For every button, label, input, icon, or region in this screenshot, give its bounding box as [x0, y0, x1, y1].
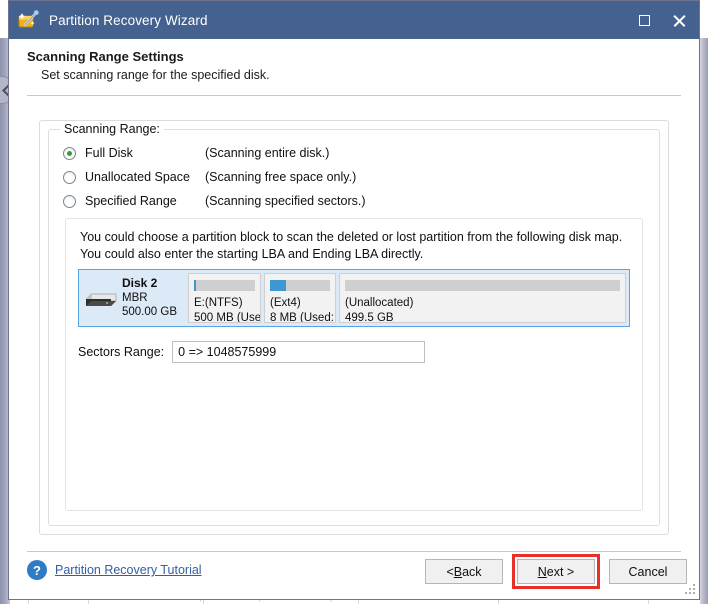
close-button[interactable]: [661, 1, 695, 39]
next-button[interactable]: Next >: [517, 559, 595, 584]
disk-name: Disk 2: [122, 276, 158, 291]
maximize-icon: [638, 14, 650, 26]
instructions-text: You could choose a partition block to sc…: [80, 230, 623, 261]
radio-label-specified-range: Specified Range: [85, 194, 177, 208]
partition-label-ntfs: E:(NTFS): [194, 297, 243, 309]
sectors-range-input[interactable]: [172, 341, 426, 363]
back-button[interactable]: < Back: [425, 559, 503, 584]
hard-drive-icon: [84, 288, 118, 308]
sectors-range-row: Sectors Range:: [78, 341, 426, 363]
tutorial-link[interactable]: Partition Recovery Tutorial: [55, 563, 202, 577]
disk-summary: Disk 2 MBR 500.00 GB: [82, 273, 185, 323]
partition-block-ntfs[interactable]: E:(NTFS) 500 MB (Usec: [188, 273, 261, 323]
page-header: Scanning Range Settings Set scanning ran…: [9, 39, 699, 95]
cancel-button-label: Cancel: [628, 564, 668, 579]
resize-grip[interactable]: [684, 584, 696, 596]
disk-map-row[interactable]: Disk 2 MBR 500.00 GB E:(NTFS) 500 MB (Us…: [78, 269, 630, 327]
back-button-prefix: <: [446, 564, 454, 579]
close-icon: [672, 14, 685, 27]
disk-summary-text: Disk 2 MBR 500.00 GB: [122, 276, 177, 320]
next-button-mnemonic: N: [537, 564, 547, 579]
title-bar: Partition Recovery Wizard: [9, 1, 699, 39]
sectors-range-label: Sectors Range:: [78, 345, 165, 359]
footer-divider: [27, 551, 681, 552]
back-button-suffix: ack: [462, 564, 482, 579]
radio-option-unallocated-space[interactable]: Unallocated Space (Scanning free space o…: [63, 170, 356, 184]
maximize-button[interactable]: [627, 1, 661, 39]
radio-label-full-disk: Full Disk: [85, 146, 133, 160]
background-right-strip: [700, 38, 708, 604]
help-area: ? Partition Recovery Tutorial: [27, 560, 202, 580]
partition-label-unallocated: (Unallocated): [345, 297, 414, 309]
next-button-suffix: ext >: [546, 564, 575, 579]
cancel-button[interactable]: Cancel: [609, 559, 687, 584]
back-button-mnemonic: B: [453, 564, 463, 579]
page-subtitle: Set scanning range for the specified dis…: [41, 68, 270, 82]
dialog-body: Scanning Range: Full Disk (Scanning enti…: [9, 96, 699, 553]
page-title: Scanning Range Settings: [27, 49, 184, 64]
usage-bar-unallocated: [345, 280, 620, 291]
radio-option-full-disk[interactable]: Full Disk (Scanning entire disk.): [63, 146, 329, 160]
content-panel: Scanning Range: Full Disk (Scanning enti…: [39, 120, 669, 535]
radio-option-specified-range[interactable]: Specified Range (Scanning specified sect…: [63, 194, 366, 208]
usage-bar-ext4: [270, 280, 330, 291]
partition-size-unallocated: 499.5 GB: [345, 312, 394, 323]
radio-hint-specified-range: (Scanning specified sectors.): [205, 194, 366, 208]
partition-label-ext4: (Ext4): [270, 297, 301, 309]
scanning-range-fieldset: Scanning Range: Full Disk (Scanning enti…: [48, 122, 660, 526]
question-mark-icon[interactable]: ?: [27, 560, 47, 580]
window-title: Partition Recovery Wizard: [49, 12, 208, 28]
radio-indicator-specified-range[interactable]: [63, 194, 76, 208]
partition-size-ntfs: 500 MB (Usec: [194, 312, 261, 323]
partition-size-ext4: 8 MB (Used: 1: [270, 312, 335, 323]
disk-map-card: You could choose a partition block to sc…: [65, 218, 643, 511]
wizard-wand-icon: [18, 9, 40, 31]
disk-capacity: 500.00 GB: [122, 306, 177, 319]
radio-hint-full-disk: (Scanning entire disk.): [205, 146, 330, 160]
partition-recovery-wizard-window: Partition Recovery Wizard Scanning Range…: [8, 0, 700, 600]
radio-indicator-full-disk[interactable]: [63, 146, 76, 160]
radio-label-unallocated-space: Unallocated Space: [85, 170, 190, 184]
fieldset-legend: Scanning Range:: [60, 122, 164, 136]
partition-block-ext4[interactable]: (Ext4) 8 MB (Used: 1: [264, 273, 336, 323]
usage-bar-ntfs: [194, 280, 255, 291]
radio-indicator-unallocated-space[interactable]: [63, 170, 76, 184]
partition-block-unallocated[interactable]: (Unallocated) 499.5 GB: [339, 273, 626, 323]
dialog-footer: ? Partition Recovery Tutorial < Back Nex…: [9, 553, 699, 599]
radio-hint-unallocated-space: (Scanning free space only.): [205, 170, 357, 184]
disk-scheme: MBR: [122, 291, 148, 304]
